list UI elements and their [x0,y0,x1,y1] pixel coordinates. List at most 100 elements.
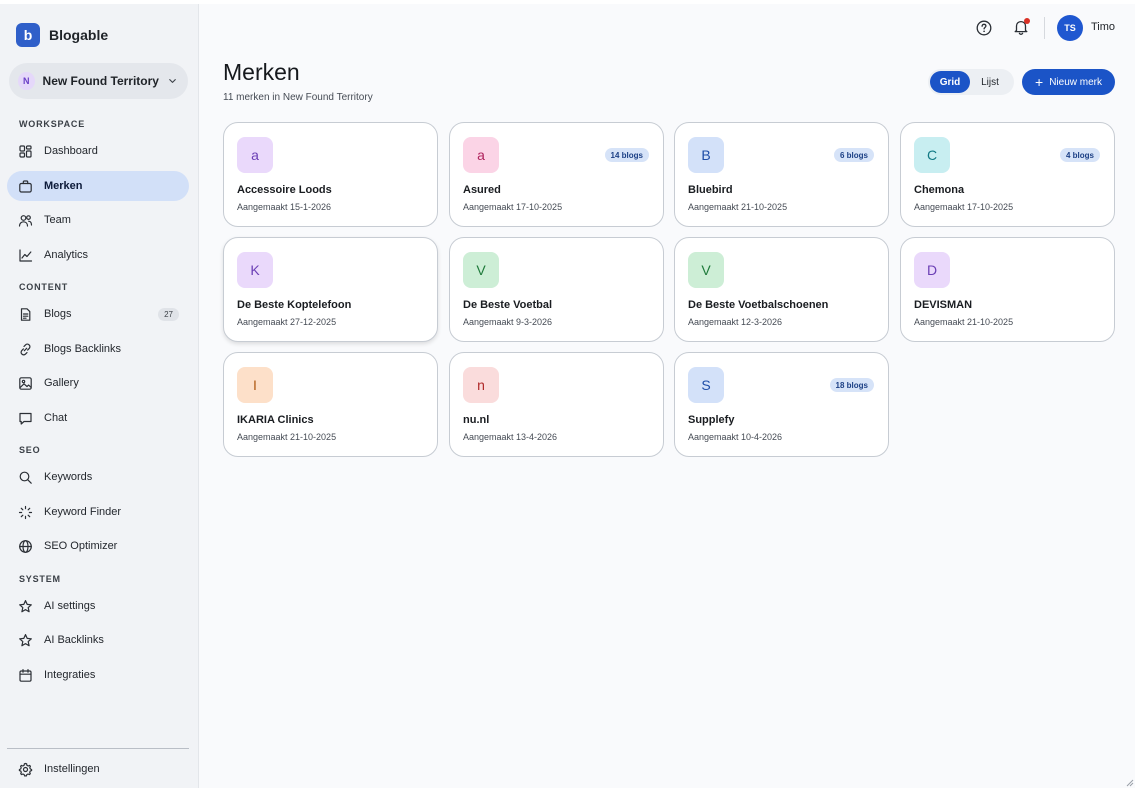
brand-created-date: Aangemaakt 10-4-2026 [688,432,783,442]
briefcase-icon [18,179,33,194]
view-toggle: Grid Lijst [928,69,1014,95]
plus-icon: + [1035,74,1044,90]
sidebar-item-label: Analytics [44,249,89,261]
gear-icon [18,762,33,777]
sidebar-item-ai-settings[interactable]: AI settings [7,591,189,621]
brand-card[interactable]: B 6 blogs Bluebird Aangemaakt 21-10-2025 [674,122,889,227]
brand-avatar: K [237,252,273,288]
brand[interactable]: b Blogable [16,23,108,47]
workspace-name: New Found Territory [42,74,159,88]
sidebar-item-label: Merken [44,180,83,192]
brand-avatar: a [237,137,273,173]
brand-card[interactable]: V De Beste Voetbalschoenen Aangemaakt 12-3… [674,237,889,342]
brand-name: Bluebird [688,184,733,196]
sidebar-item-merken[interactable]: Merken [7,171,189,201]
sidebar-item-blogs[interactable]: Blogs 27 [7,299,189,329]
brand-avatar: a [463,137,499,173]
sidebar-item-label: SEO Optimizer [44,540,118,552]
sidebar-item-label: Keyword Finder [44,506,122,518]
chat-icon [18,411,33,426]
sidebar-item-dashboard[interactable]: Dashboard [7,136,189,166]
brand-name: nu.nl [463,414,490,426]
brand-logo: b [16,23,40,47]
nav-section-heading: CONTENT [19,282,69,292]
brand-name: Accessoire Loods [237,184,332,196]
app-window: b Blogable N New Found Territory WORKSPA… [0,0,1135,788]
blog-count-badge: 6 blogs [833,148,874,162]
brand-created-date: Aangemaakt 27-12-2025 [237,317,337,327]
sidebar-item-label: Gallery [44,377,79,389]
resize-grip-icon[interactable] [1126,779,1134,787]
brand-name: Asured [463,184,501,196]
sidebar-item-keywords[interactable]: Keywords [7,462,189,492]
team-icon [18,213,33,228]
view-list-button[interactable]: Lijst [970,71,1010,93]
workspace-avatar: N [18,72,35,90]
loader-icon [18,505,33,520]
bell-icon[interactable] [1012,18,1030,36]
sidebar-item-label: Blogs [44,308,72,320]
sidebar-item-label: AI settings [44,600,96,612]
sidebar-item-analytics[interactable]: Analytics [7,240,189,270]
sidebar-item-team[interactable]: Team [7,205,189,235]
sidebar-item-label: Chat [44,412,68,424]
brand-name: IKARIA Clinics [237,414,314,426]
dashboard-icon [18,144,33,159]
user-avatar[interactable]: TS [1057,15,1083,41]
brand-card[interactable]: C 4 blogs Chemona Aangemaakt 17-10-2025 [900,122,1115,227]
brand-created-date: Aangemaakt 21-10-2025 [688,202,788,212]
star-icon [18,633,33,648]
workspace-selector[interactable]: N New Found Territory [9,63,188,99]
brand-created-date: Aangemaakt 9-3-2026 [463,317,553,327]
sidebar-item-integraties[interactable]: Integraties [7,660,189,690]
brand-avatar: V [463,252,499,288]
new-brand-label: Nieuw merk [1049,76,1102,88]
brand-card[interactable]: I IKARIA Clinics Aangemaakt 21-10-2025 [223,352,438,457]
brand-name: De Beste Voetbal [463,299,553,311]
brand-avatar: D [914,252,950,288]
brand-created-date: Aangemaakt 15-1-2026 [237,202,332,212]
brand-created-date: Aangemaakt 21-10-2025 [914,317,1014,327]
sidebar-item-label: Keywords [44,471,93,483]
brand-avatar: V [688,252,724,288]
help-circle-icon[interactable] [975,19,993,37]
sidebar-item-instellingen[interactable]: Instellingen [7,754,189,784]
image-icon [18,376,33,391]
sidebar-item-ai-backlinks[interactable]: AI Backlinks [7,625,189,655]
sidebar-item-keyword-finder[interactable]: Keyword Finder [7,497,189,527]
brand-card[interactable]: S 18 blogs Supplefy Aangemaakt 10-4-2026 [674,352,889,457]
brand-created-date: Aangemaakt 13-4-2026 [463,432,558,442]
view-grid-button[interactable]: Grid [930,71,970,93]
brand-card[interactable]: a Accessoire Loods Aangemaakt 15-1-2026 [223,122,438,227]
sidebar-item-chat[interactable]: Chat [7,403,189,433]
brand-avatar: n [463,367,499,403]
sidebar-item-label: Instellingen [44,763,100,775]
sidebar-item-label: Integraties [44,669,96,681]
brand-avatar: I [237,367,273,403]
notification-dot [1024,18,1030,24]
sidebar: b Blogable N New Found Territory WORKSPA… [0,4,199,788]
brand-card[interactable]: n nu.nl Aangemaakt 13-4-2026 [449,352,664,457]
brand-card[interactable]: V De Beste Voetbal Aangemaakt 9-3-2026 [449,237,664,342]
brand-card[interactable]: D DEVISMAN Aangemaakt 21-10-2025 [900,237,1115,342]
brand-avatar: S [688,367,724,403]
sidebar-item-label: Dashboard [44,145,98,157]
brand-created-date: Aangemaakt 17-10-2025 [914,202,1014,212]
brand-name: De Beste Voetbalschoenen [688,299,829,311]
brand-created-date: Aangemaakt 21-10-2025 [237,432,337,442]
brand-card[interactable]: a 14 blogs Asured Aangemaakt 17-10-2025 [449,122,664,227]
sidebar-item-label: AI Backlinks [44,634,104,646]
new-brand-button[interactable]: + Nieuw merk [1022,69,1115,95]
globe-icon [18,539,33,554]
sidebar-item-gallery[interactable]: Gallery [7,368,189,398]
user-name[interactable]: Timo [1091,21,1115,33]
nav-section-heading: SYSTEM [19,574,61,584]
blog-count-badge: 14 blogs [604,148,649,162]
star-icon [18,599,33,614]
brand-card[interactable]: K De Beste Koptelefoon Aangemaakt 27-12-20… [223,237,438,342]
sidebar-item-seo-optimizer[interactable]: SEO Optimizer [7,531,189,561]
sidebar-divider [7,748,189,749]
sidebar-item-blogs-backlinks[interactable]: Blogs Backlinks [7,334,189,364]
page-subtitle: 11 merken in New Found Territory [223,92,373,103]
brand-created-date: Aangemaakt 17-10-2025 [463,202,563,212]
